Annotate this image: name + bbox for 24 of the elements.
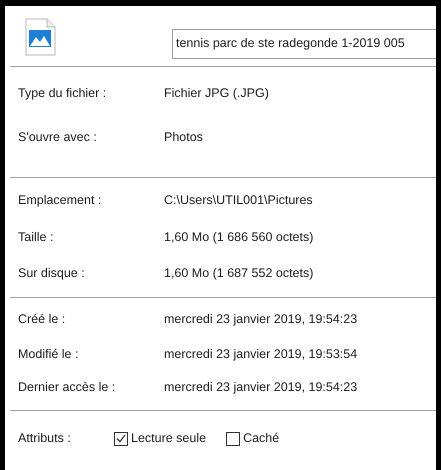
attributes-label: Attributs :: [17, 430, 72, 448]
property-label: Taille :: [17, 228, 54, 246]
property-label: Sur disque :: [17, 264, 86, 282]
property-value: C:\Users\UTIL001\Pictures: [164, 192, 313, 210]
property-label: S'ouvre avec :: [17, 128, 98, 146]
checkbox-square[interactable]: [226, 432, 240, 446]
property-label: Type du fichier :: [17, 84, 108, 102]
attribute-checkbox[interactable]: Caché: [226, 429, 280, 448]
property-label: Créé le :: [17, 311, 66, 328]
property-label: Emplacement :: [17, 192, 102, 210]
property-value: mercredi 23 janvier 2019, 19:54:23: [164, 311, 358, 328]
attribute-checkbox[interactable]: Lecture seule: [114, 429, 206, 448]
checkbox-square[interactable]: [114, 432, 128, 446]
property-value: Photos: [164, 128, 203, 146]
property-label: Dernier accès le :: [17, 379, 116, 396]
property-value: 1,60 Mo (1 687 552 octets): [164, 264, 314, 282]
property-value: Fichier JPG (.JPG): [164, 84, 269, 102]
property-value: mercredi 23 janvier 2019, 19:54:23: [164, 379, 358, 396]
image-file-icon: [25, 18, 56, 56]
property-label: Modifié le :: [17, 346, 80, 363]
check-icon: [116, 434, 126, 443]
property-value: 1,60 Mo (1 686 560 octets): [164, 228, 314, 246]
file-name-field[interactable]: tennis parc de ste radegonde 1-2019 005: [172, 28, 436, 58]
property-value: mercredi 23 janvier 2019, 19:53:54: [164, 346, 358, 363]
